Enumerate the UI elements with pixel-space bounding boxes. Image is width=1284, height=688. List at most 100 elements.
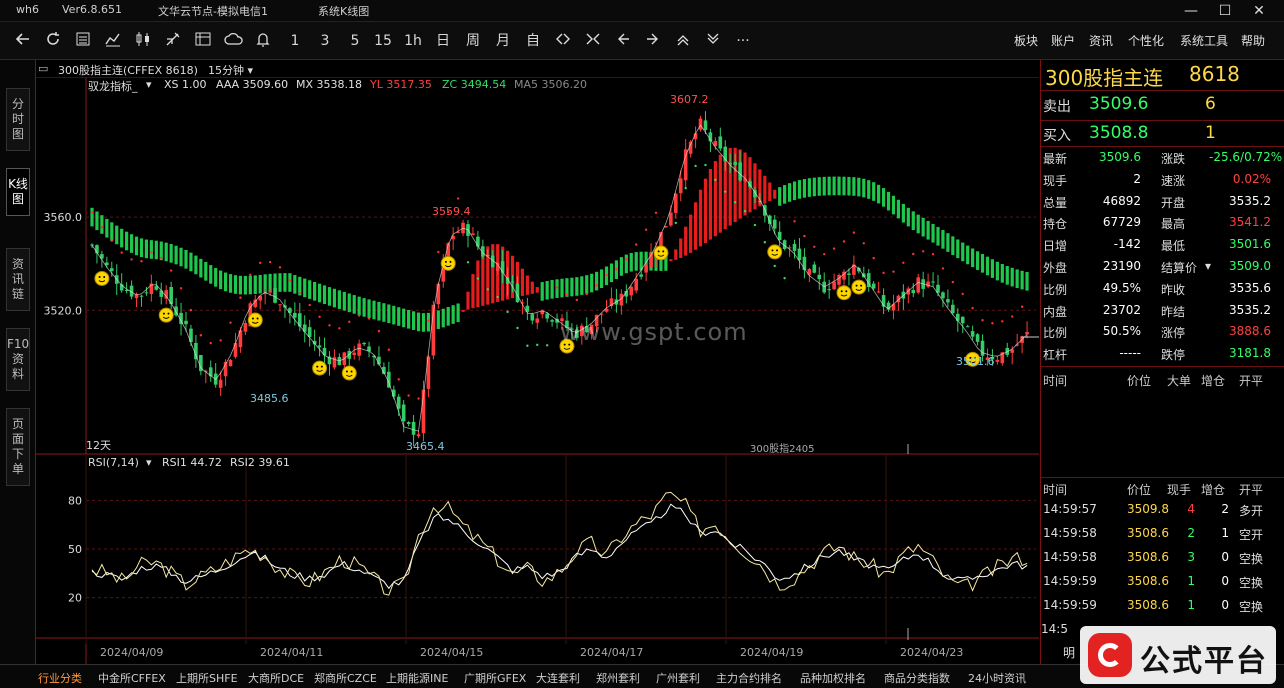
bottom-tab[interactable]: 郑商所CZCE (314, 670, 377, 686)
candle-body (109, 268, 114, 271)
bid-label: 买入 (1043, 128, 1071, 144)
chart-area[interactable]: 3560.0 3520.0 80 50 20 2024/04/09 2024/04/11 20… (36, 78, 1039, 664)
minimize-button[interactable]: — (1174, 0, 1208, 22)
menu-system-tools[interactable]: 系统工具 (1180, 32, 1228, 49)
candle-body (847, 273, 851, 275)
bottom-tab[interactable]: 上期所SHFE (176, 670, 238, 686)
maximize-button[interactable]: ☐ (1208, 0, 1242, 22)
arrow-right-icon[interactable] (644, 30, 662, 52)
bottom-tab[interactable]: 中金所CFFEX (98, 670, 166, 686)
quote-panel: 300股指主连 8618 卖出 3509.6 6 买入 3508.8 1 最新 3… (1040, 60, 1284, 664)
settle-dropdown-icon[interactable]: ▾ (1205, 259, 1211, 273)
candle-body (995, 359, 1000, 362)
ma-band-bar (718, 154, 722, 233)
stop-dot (328, 324, 331, 327)
stop-dot (288, 279, 292, 282)
tab-kline[interactable]: K线图 (6, 168, 30, 216)
board-icon[interactable] (194, 30, 212, 52)
chart-canvas[interactable]: 3560.0 3520.0 80 50 20 2024/04/09 2024/04/11 20… (36, 78, 1039, 664)
indicator-dropdown-icon[interactable]: ▾ (146, 78, 152, 91)
candle-icon[interactable] (134, 30, 152, 52)
period-3min[interactable]: 3 (316, 30, 334, 52)
period-select[interactable]: 15分钟 ▾ (208, 62, 253, 78)
candle-body (416, 434, 421, 437)
ma-band-bar (194, 255, 198, 275)
stop-dot (931, 253, 935, 256)
rsi-name[interactable]: RSI(7,14) (88, 456, 139, 469)
stat-label: 总量 (1043, 195, 1068, 210)
rsi1-value: RSI1 44.72 (162, 456, 222, 469)
smiley-eye (256, 317, 259, 320)
back-arrow-icon[interactable] (14, 30, 32, 52)
ma-band-bar (807, 178, 811, 197)
menu-account[interactable]: 账户 (1051, 32, 1075, 49)
chevron-up-icon[interactable] (674, 30, 692, 52)
bottom-tab[interactable]: 大连套利 (536, 670, 580, 686)
tick-price: 3508.6 (1127, 598, 1169, 612)
tick-delta: 0 (1221, 598, 1229, 612)
candle-body (243, 323, 248, 332)
more-button[interactable]: ··· (734, 30, 752, 52)
bottom-tab[interactable]: 广州套利 (656, 670, 700, 686)
detail-tab[interactable]: 明 (1063, 644, 1075, 661)
zoom-out-icon[interactable] (554, 30, 572, 52)
refresh-icon[interactable] (44, 30, 62, 52)
stop-dot (526, 344, 529, 347)
chevron-down-icon[interactable] (704, 30, 722, 52)
bottom-tab[interactable]: 郑州套利 (596, 670, 640, 686)
ma-band-bar (238, 275, 243, 295)
bottom-tab[interactable]: 广期所GFEX (464, 670, 526, 686)
period-day[interactable]: 日 (434, 30, 452, 52)
ma-band-bar (382, 303, 386, 322)
menu-sector[interactable]: 板块 (1014, 32, 1038, 49)
line-chart-icon[interactable] (104, 30, 122, 52)
period-1h[interactable]: 1h (404, 30, 422, 52)
candle-body (411, 421, 416, 435)
period-1min[interactable]: 1 (286, 30, 304, 52)
stop-dot (160, 256, 163, 260)
tab-news-chain[interactable]: 资讯链 (6, 248, 30, 311)
rsi-dropdown-icon[interactable]: ▾ (146, 456, 152, 469)
period-month[interactable]: 月 (494, 30, 512, 52)
tab-order[interactable]: 页面下单 (6, 408, 30, 486)
bottom-tab[interactable]: 上期能源INE (386, 670, 448, 686)
bottom-tab[interactable]: 24小时资讯 (968, 670, 1026, 686)
ma-band-bar (248, 275, 252, 295)
menu-news[interactable]: 资讯 (1089, 32, 1113, 49)
bottom-tab[interactable]: 大商所DCE (248, 670, 304, 686)
stop-dot (694, 164, 697, 168)
tick-price: 3509.8 (1127, 502, 1169, 516)
table-icon[interactable] (74, 30, 92, 52)
tab-timeshare[interactable]: 分时图 (6, 88, 30, 151)
close-button[interactable]: ✕ (1242, 0, 1276, 22)
brand-logo: 公式平台 (1080, 626, 1276, 684)
tab-f10[interactable]: F10资料 (6, 328, 30, 391)
candle-body (673, 193, 678, 213)
indicator-name[interactable]: 驭龙指标_ (88, 78, 138, 94)
zoom-in-icon[interactable] (584, 30, 602, 52)
menu-personalize[interactable]: 个性化 (1128, 32, 1164, 49)
candle-body (233, 343, 238, 357)
candle-body (401, 404, 406, 422)
ask-price[interactable]: 3509.6 (1089, 94, 1148, 114)
period-5min[interactable]: 5 (346, 30, 364, 52)
drawing-icon[interactable] (164, 30, 182, 52)
period-custom[interactable]: 自 (524, 30, 542, 52)
candle-body (228, 359, 233, 367)
ma-band-bar (367, 299, 371, 319)
cloud-icon[interactable] (224, 30, 244, 52)
contract-menu-icon[interactable]: ▭ (38, 62, 48, 75)
ma-band-bar (921, 217, 925, 237)
bid-price[interactable]: 3508.8 (1089, 123, 1148, 143)
bottom-tab[interactable]: 品种加权排名 (800, 670, 866, 686)
ma-band-bar (862, 178, 866, 198)
period-15min[interactable]: 15 (374, 30, 392, 52)
period-week[interactable]: 周 (464, 30, 482, 52)
bottom-tab[interactable]: 商品分类指数 (884, 670, 950, 686)
candle-body (792, 243, 797, 251)
menu-help[interactable]: 帮助 (1241, 32, 1265, 49)
bell-icon[interactable] (254, 30, 272, 52)
arrow-left-icon[interactable] (614, 30, 632, 52)
bottom-tab[interactable]: 主力合约排名 (716, 670, 782, 686)
bottom-tab[interactable]: 行业分类 (38, 670, 82, 686)
